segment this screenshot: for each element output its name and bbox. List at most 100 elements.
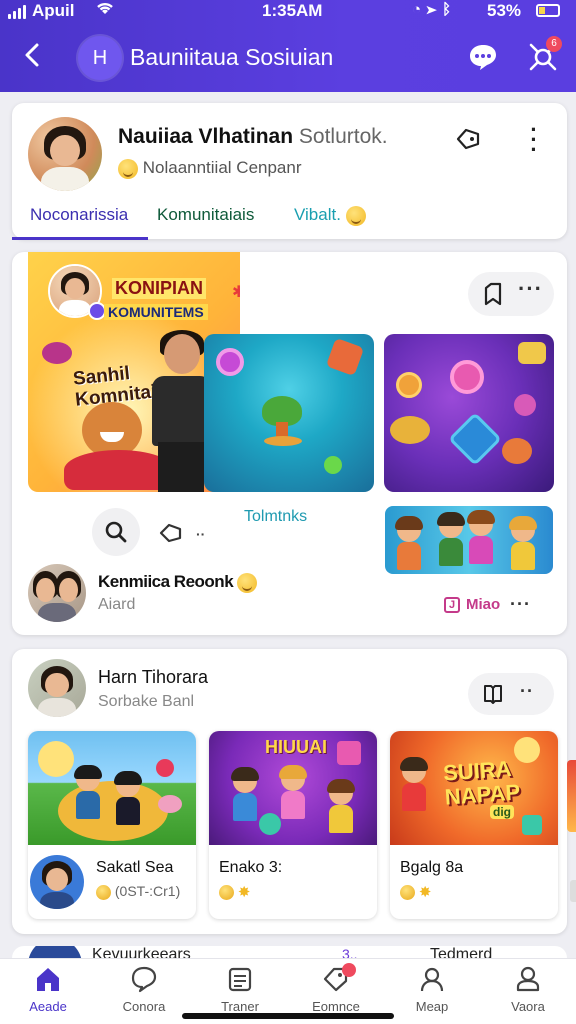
bookmark-icon — [484, 282, 502, 306]
bookmark-button[interactable] — [482, 683, 504, 705]
scroll-hint — [570, 880, 576, 902]
chat-bubble-icon — [131, 966, 157, 993]
react-more-icon[interactable]: ·· — [196, 526, 205, 542]
signal-icon — [8, 3, 26, 19]
author-subtitle: Aiard — [98, 596, 136, 613]
active-tab-indicator — [12, 237, 148, 240]
person-icon — [420, 967, 444, 992]
game-avatar — [30, 855, 84, 909]
author-avatar[interactable] — [28, 564, 86, 622]
game-meta: (0ST-:Cr1) — [96, 883, 180, 900]
nav-map[interactable]: Meap — [384, 959, 480, 1024]
next-card-peek[interactable] — [567, 760, 576, 832]
tab-vibalt[interactable]: Vibalt. — [294, 205, 366, 226]
book-icon — [484, 685, 502, 704]
more-options-icon[interactable]: ·· — [520, 681, 534, 702]
tab-noconarissia[interactable]: Noconarissia — [30, 205, 128, 225]
thinking-emoji-icon — [345, 205, 366, 226]
alarm-icon: ◔ — [412, 1, 428, 18]
coin-icon — [400, 884, 415, 900]
profile-company: Nolaanntiial Cenpanr — [118, 158, 302, 179]
more-options-icon[interactable]: ··· — [510, 594, 531, 615]
profile-name: Nauiiaa Vlhatinan Sotlurtok. — [118, 125, 388, 148]
banner-subtitle: KOMUNITEMS — [104, 304, 208, 320]
post-link[interactable]: Tolmtnks — [244, 508, 307, 526]
feed-post: Harn Tihorara Sorbake Banl ·· Sakatl Sea… — [12, 649, 567, 934]
share-button[interactable] — [454, 125, 482, 153]
more-options-icon[interactable]: ··· — [518, 278, 543, 300]
game-tile-gems[interactable] — [384, 334, 554, 492]
author-avatar[interactable] — [28, 659, 86, 717]
notification-badge — [342, 963, 356, 977]
coin-icon — [96, 884, 111, 900]
coin-icon — [219, 884, 234, 900]
banner-title: KONIPIAN — [112, 278, 207, 299]
game-meta: ✸ — [219, 883, 250, 901]
tab-komunitaiais[interactable]: Komunitaiais — [157, 205, 254, 225]
profile-tabs: Noconarissia Komunitaiais Vibalt. — [12, 201, 567, 239]
home-icon — [37, 968, 59, 991]
chat-button[interactable] — [468, 42, 498, 72]
post-actions: ·· — [468, 673, 554, 715]
app-header: Apuil 1:35AM ◔➤ᛒ 53% H Bauniitaua Sosiui… — [0, 0, 576, 92]
react-button[interactable] — [158, 520, 184, 546]
bookmark-button[interactable] — [482, 282, 504, 306]
nav-chat[interactable]: Conora — [96, 959, 192, 1024]
clock: 1:35AM — [262, 1, 323, 20]
heart-decoration-icon — [42, 342, 72, 364]
smile-emoji-icon — [118, 158, 138, 179]
carrier-label: Apuil — [32, 1, 75, 20]
location-icon: ➤ — [427, 1, 443, 18]
author-name[interactable]: Harn Tihorara — [98, 667, 208, 688]
tag-label[interactable]: Miao — [466, 596, 500, 613]
battery-percent: 53% — [487, 1, 522, 20]
game-art: SUIRA NAPAP dig — [390, 731, 558, 845]
nav-profile[interactable]: Vaora — [480, 959, 576, 1024]
game-title: Enako 3: — [219, 859, 283, 876]
more-options-icon[interactable]: ··· — [528, 119, 540, 161]
status-bar: Apuil 1:35AM ◔➤ᛒ 53% — [0, 0, 576, 24]
game-card[interactable]: SUIRA NAPAP dig Bgalg 8a ✸ — [390, 731, 558, 919]
smile-emoji-icon — [237, 572, 258, 593]
profile-card: Nauiiaa Vlhatinan Sotlurtok. Nolaanntiia… — [12, 103, 567, 240]
star-decoration-icon: ✱ — [232, 284, 240, 301]
bluetooth-icon: ᛒ — [442, 1, 458, 18]
game-art-subtitle: dig — [490, 805, 514, 819]
chat-bubble-icon — [470, 45, 496, 70]
game-meta: ✸ — [400, 883, 431, 901]
tag-share-icon — [456, 128, 480, 150]
profile-avatar[interactable] — [28, 117, 102, 191]
calendar-icon — [228, 967, 252, 992]
star-icon: ✸ — [418, 884, 432, 902]
home-indicator — [182, 1013, 394, 1019]
game-title: Bgalg 8a — [400, 859, 464, 876]
game-title: Sakatl Sea — [96, 859, 174, 876]
wifi-icon — [95, 0, 115, 21]
back-button[interactable] — [22, 40, 52, 74]
notification-badge: 6 — [546, 36, 562, 52]
game-art: HIUUAI — [209, 731, 377, 845]
game-art-title: SUIRA NAPAP — [442, 755, 521, 810]
search-icon — [105, 521, 127, 543]
battery-icon — [536, 4, 560, 17]
post-actions: ··· — [468, 272, 554, 316]
community-avatar[interactable]: H — [78, 36, 122, 80]
game-card[interactable]: Sakatl Sea (0ST-:Cr1) — [28, 731, 196, 919]
system-icons: ◔➤ᛒ — [412, 1, 457, 18]
game-art-title: HIUUAI — [265, 737, 327, 757]
game-card[interactable]: HIUUAI Enako 3: ✸ — [209, 731, 377, 919]
notifications-button[interactable]: 6 — [526, 36, 562, 74]
game-tile-island[interactable] — [204, 334, 374, 492]
tag-react-icon — [159, 523, 182, 543]
feed-post: KONIPIAN KOMUNITEMS ✱ Sanhil Komnitain ··… — [12, 252, 567, 635]
kids-thumbnail[interactable] — [385, 506, 553, 574]
author-subtitle: Sorbake Banl — [98, 693, 195, 710]
search-button[interactable] — [92, 508, 140, 556]
game-art — [28, 731, 196, 845]
author-name[interactable]: Kenmiica Reoonk — [98, 572, 258, 593]
page-title: Bauniitaua Sosiuian — [130, 44, 334, 70]
nav-home[interactable]: Aeade — [0, 959, 96, 1024]
tag-icon: J — [444, 597, 460, 613]
star-icon: ✸ — [237, 884, 251, 902]
user-icon — [516, 966, 540, 992]
